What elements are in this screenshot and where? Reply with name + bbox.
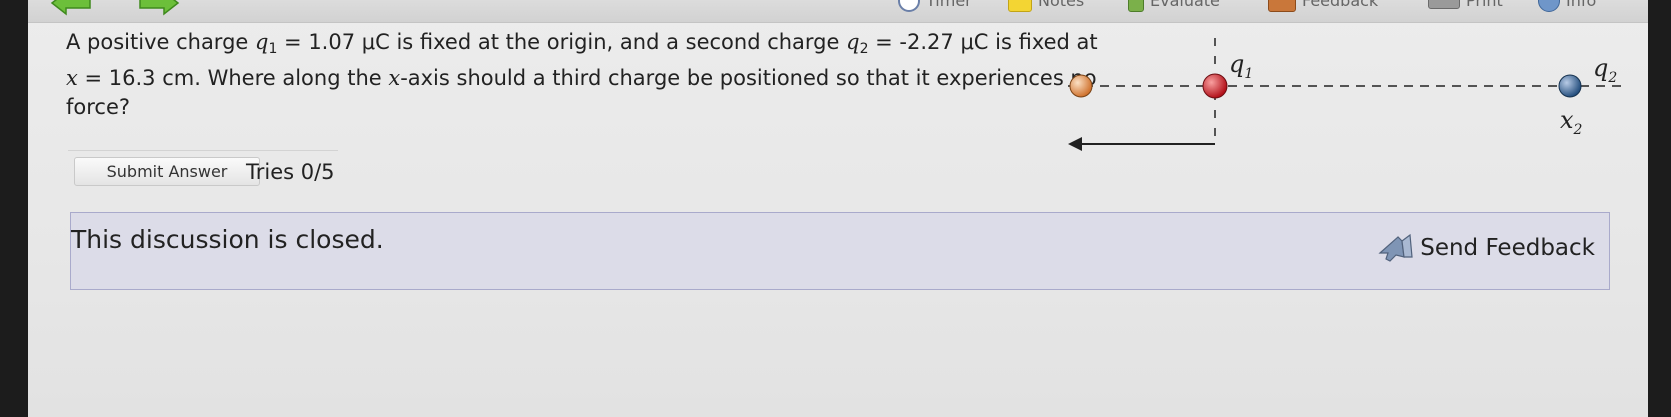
printer-icon (1428, 0, 1460, 9)
clock-icon (898, 0, 920, 12)
q1-label: q1 (1229, 50, 1253, 82)
back-arrow-icon[interactable] (50, 0, 92, 16)
divider (68, 150, 338, 151)
print-button[interactable]: Print (1428, 0, 1503, 10)
evaluate-icon (1128, 0, 1144, 12)
notes-icon (1008, 0, 1032, 12)
q2-symbol: q2 (846, 30, 869, 57)
notes-label: Notes (1038, 0, 1085, 10)
screen: Timer Notes Evaluate Feedback Print Info… (28, 0, 1648, 417)
question-part: = -2.27 μC is fixed at (868, 30, 1098, 54)
q2-label: q2 (1593, 54, 1617, 86)
feedback-icon (1268, 0, 1296, 12)
feedback-toolbar-label: Feedback (1302, 0, 1379, 10)
notes-button[interactable]: Notes (1008, 0, 1085, 12)
submit-answer-button[interactable]: Submit Answer (74, 157, 260, 186)
feedback-button[interactable]: Feedback (1268, 0, 1379, 12)
negative-x-arrowhead (1068, 137, 1082, 151)
toolbar: Timer Notes Evaluate Feedback Print Info (28, 0, 1648, 23)
question-part: = 1.07 μC is fixed at the origin, and a … (277, 30, 847, 54)
megaphone-icon (1378, 233, 1413, 262)
info-label: Info (1566, 0, 1597, 10)
timer-button[interactable]: Timer (898, 0, 972, 12)
x2-label: x2 (1560, 106, 1583, 138)
q1-symbol: q1 (255, 30, 278, 57)
print-label: Print (1466, 0, 1503, 10)
info-icon (1538, 0, 1560, 12)
discussion-closed-bar: This discussion is closed. Send Feedback (70, 212, 1610, 290)
third-charge (1069, 74, 1093, 98)
question-part: A positive charge (66, 30, 255, 54)
send-feedback-link[interactable]: Send Feedback (1376, 231, 1595, 265)
forward-arrow-icon[interactable] (138, 0, 180, 16)
x-symbol: x (388, 66, 401, 90)
charge-diagram: q1 q2 x2 (1068, 38, 1628, 151)
q1-charge (1202, 73, 1228, 99)
info-button[interactable]: Info (1538, 0, 1597, 12)
question-part: = 16.3 cm. Where along the (77, 66, 389, 90)
evaluate-label: Evaluate (1150, 0, 1220, 10)
timer-label: Timer (926, 0, 972, 10)
x-symbol: x (66, 66, 78, 90)
tries-counter: Tries 0/5 (246, 160, 335, 184)
discussion-status: This discussion is closed. (71, 225, 384, 254)
evaluate-button[interactable]: Evaluate (1128, 0, 1220, 12)
question-text: A positive charge q1 = 1.07 μC is fixed … (66, 28, 1106, 122)
send-feedback-label: Send Feedback (1420, 235, 1595, 261)
q2-charge (1558, 74, 1582, 98)
